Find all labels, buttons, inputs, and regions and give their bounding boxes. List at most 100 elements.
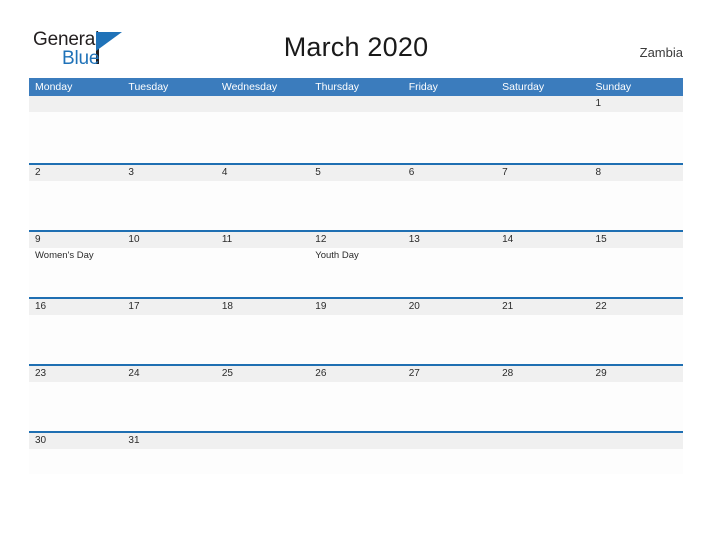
calendar-grid: Monday Tuesday Wednesday Thursday Friday… (29, 78, 683, 474)
day-cell[interactable]: 24 (122, 366, 216, 431)
country-label: Zambia (639, 45, 683, 60)
day-cell[interactable]: 11 (215, 232, 310, 297)
day-number-band (215, 165, 310, 181)
day-number: 15 (595, 234, 607, 245)
day-cell[interactable]: 4 (215, 165, 310, 230)
day-number: 8 (595, 167, 602, 178)
day-cell[interactable]: 2 (29, 165, 123, 230)
day-cell[interactable]: 14 (496, 232, 590, 297)
day-number: 6 (408, 167, 415, 178)
day-event: Women's Day (35, 250, 94, 261)
day-number: 30 (35, 435, 47, 446)
day-cell[interactable]: 17 (122, 299, 216, 364)
day-number: 25 (221, 368, 233, 379)
day-number: 5 (315, 167, 321, 178)
day-cell[interactable] (496, 96, 590, 163)
day-number-band (589, 165, 683, 181)
day-cell[interactable] (402, 96, 497, 163)
day-cell[interactable]: 25 (215, 366, 310, 431)
day-cell[interactable]: 5 (309, 165, 403, 230)
day-number: 12 (315, 234, 327, 245)
day-cell[interactable]: 10 (122, 232, 216, 297)
day-cell[interactable]: 29 (589, 366, 683, 431)
day-number: 17 (128, 301, 140, 312)
day-number-band (122, 96, 216, 112)
day-number: 4 (221, 167, 228, 178)
weekday-header-friday: Friday (408, 81, 438, 93)
day-number-band (29, 165, 123, 181)
day-event: Youth Day (315, 250, 359, 261)
day-cell[interactable]: 18 (215, 299, 310, 364)
day-number-band (402, 165, 497, 181)
day-cell[interactable] (496, 433, 590, 474)
day-cell[interactable]: 12 Youth Day (309, 232, 403, 297)
weekday-header-saturday: Saturday (502, 81, 545, 93)
day-cell[interactable] (589, 433, 683, 474)
day-cell[interactable] (309, 433, 403, 474)
day-cell[interactable] (215, 96, 310, 163)
day-cell[interactable]: 19 (309, 299, 403, 364)
day-number: 13 (408, 234, 420, 245)
day-number: 16 (35, 301, 47, 312)
day-cell[interactable]: 30 (29, 433, 123, 474)
day-number: 29 (595, 368, 607, 379)
day-number: 3 (128, 167, 134, 178)
day-cell[interactable]: 22 (589, 299, 683, 364)
day-number-band (589, 433, 683, 449)
day-number-band (496, 96, 590, 112)
day-number: 7 (502, 167, 508, 178)
week-row: 2 3 4 5 6 7 8 (29, 163, 683, 230)
day-cell[interactable]: 6 (402, 165, 497, 230)
day-cell[interactable]: 20 (402, 299, 497, 364)
day-cell[interactable]: 13 (402, 232, 497, 297)
weekday-header-wednesday: Wednesday (221, 81, 278, 93)
day-number-band (215, 96, 310, 112)
day-number: 10 (128, 234, 140, 245)
day-number: 14 (502, 234, 514, 245)
day-cell[interactable]: 7 (496, 165, 590, 230)
day-number: 26 (315, 368, 327, 379)
day-cell[interactable]: 23 (29, 366, 123, 431)
day-number-band (309, 165, 403, 181)
day-number: 23 (35, 368, 47, 379)
day-number-band (215, 433, 310, 449)
day-cell[interactable]: 21 (496, 299, 590, 364)
day-cell[interactable]: 15 (589, 232, 683, 297)
page-header: General Blue March 2020 Zambia (0, 0, 712, 78)
day-cell[interactable]: 31 (122, 433, 216, 474)
day-cell[interactable]: 16 (29, 299, 123, 364)
calendar-page: General Blue March 2020 Zambia Monday Tu… (0, 0, 712, 550)
day-number-band (29, 96, 123, 112)
day-cell[interactable]: 8 (589, 165, 683, 230)
day-cell[interactable] (215, 433, 310, 474)
page-title: March 2020 (283, 32, 429, 62)
day-cell[interactable]: 9 Women's Day (29, 232, 123, 297)
weekday-header-sunday: Sunday (595, 81, 632, 93)
day-cell[interactable]: 3 (122, 165, 216, 230)
day-number-band (309, 433, 403, 449)
day-cell[interactable] (402, 433, 497, 474)
week-row: 1 (29, 96, 683, 163)
day-number-band (402, 96, 497, 112)
day-cell[interactable]: 28 (496, 366, 590, 431)
day-cell[interactable]: 26 (309, 366, 403, 431)
day-number: 2 (35, 167, 41, 178)
day-cell[interactable] (29, 96, 123, 163)
day-cell[interactable]: 27 (402, 366, 497, 431)
week-row: 16 17 18 19 20 21 22 (29, 297, 683, 364)
day-number: 31 (128, 435, 140, 446)
day-cell[interactable] (309, 96, 403, 163)
day-cell[interactable]: 1 (589, 96, 683, 163)
day-number-band (309, 96, 403, 112)
day-number: 22 (595, 301, 607, 312)
day-number: 19 (315, 301, 327, 312)
day-number-band (402, 433, 497, 449)
week-row: 23 24 25 26 27 28 29 (29, 364, 683, 431)
weekday-header-row: Monday Tuesday Wednesday Thursday Friday… (29, 78, 683, 96)
day-cell[interactable] (122, 96, 216, 163)
day-number: 20 (408, 301, 420, 312)
day-number-band (496, 165, 590, 181)
day-number-band (496, 433, 590, 449)
day-number: 24 (128, 368, 140, 379)
day-number: 1 (595, 98, 602, 109)
